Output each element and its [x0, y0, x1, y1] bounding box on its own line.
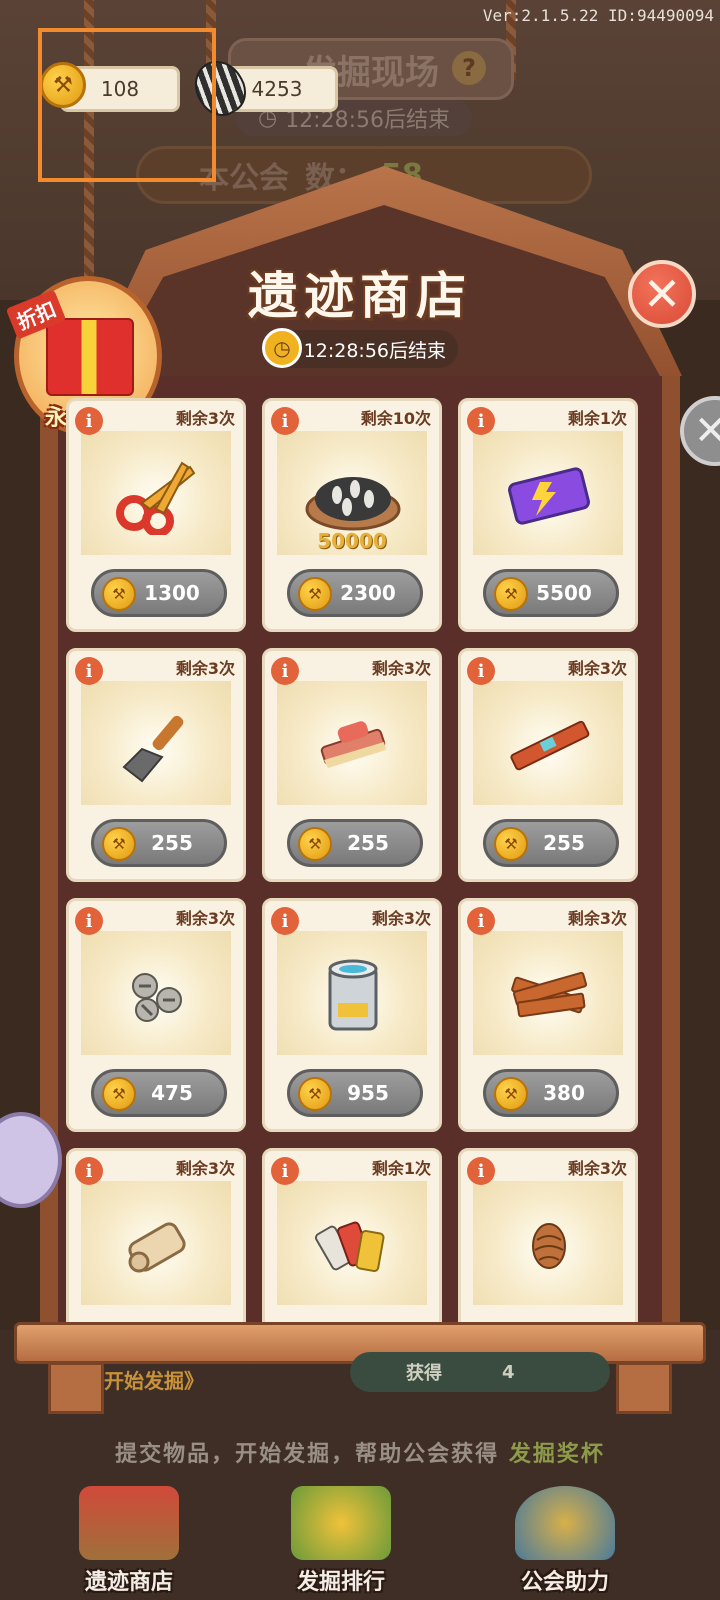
- shop-item-card[interactable]: i 剩余10次 50000 ⚒ 2300: [262, 398, 442, 632]
- hammer-coin-icon: ⚒: [102, 1077, 136, 1111]
- scroll-icon: [105, 1195, 209, 1295]
- buy-button[interactable]: ⚒ 255: [91, 819, 227, 867]
- side-close-button[interactable]: ✕: [680, 396, 720, 466]
- help-icon[interactable]: ?: [452, 51, 486, 85]
- remaining-count: 剩余3次: [175, 1159, 235, 1178]
- tab-relic-shop[interactable]: 遗迹商店: [54, 1486, 204, 1596]
- trophy-icon: [291, 1486, 391, 1560]
- tab-dig-ranking[interactable]: 发掘排行: [266, 1486, 416, 1596]
- version-label: Ver:2.1.5.22 ID:94490094: [482, 6, 714, 25]
- hammer-coin-icon: ⚒: [102, 827, 136, 861]
- wood-planks-icon: [497, 945, 601, 1045]
- spirit-level-icon: [497, 695, 601, 795]
- shop-stall-icon: [79, 1486, 179, 1560]
- footer-hint: 提交物品，开始发掘，帮助公会获得 发掘奖杯: [115, 1442, 605, 1467]
- close-button[interactable]: ✕: [628, 260, 696, 328]
- gift-box-icon: [46, 318, 134, 396]
- shop-item-card[interactable]: i 剩余3次 ⚒ 1300: [66, 398, 246, 632]
- remaining-count: 剩余1次: [567, 409, 627, 428]
- remaining-count: 剩余3次: [175, 909, 235, 928]
- hammer-coin-icon: ⚒: [102, 577, 136, 611]
- hammer-coin-icon: ⚒: [494, 577, 528, 611]
- info-icon[interactable]: i: [75, 907, 103, 935]
- paint-tubes-icon: [301, 1195, 405, 1295]
- info-icon[interactable]: i: [271, 657, 299, 685]
- info-icon[interactable]: i: [75, 657, 103, 685]
- shop-item-grid: i 剩余3次 ⚒ 1300 i 剩余10次 50000 ⚒ 2300 i 剩余1…: [66, 398, 656, 1322]
- buy-button[interactable]: ⚒ 255: [483, 819, 619, 867]
- shop-item-card[interactable]: i 剩余3次: [458, 1148, 638, 1322]
- info-icon[interactable]: i: [271, 407, 299, 435]
- hammer-coin-icon: ⚒: [298, 577, 332, 611]
- trowel-icon: [105, 695, 209, 795]
- shop-item-card[interactable]: i 剩余3次 ⚒ 255: [66, 648, 246, 882]
- shop-item-card[interactable]: i 剩余3次 ⚒ 380: [458, 898, 638, 1132]
- remaining-count: 剩余3次: [175, 659, 235, 678]
- bonus-amount: 50000: [317, 529, 387, 553]
- hammer-coin-icon: ⚒: [494, 1077, 528, 1111]
- info-icon[interactable]: i: [467, 907, 495, 935]
- shop-item-card[interactable]: i 剩余1次: [262, 1148, 442, 1322]
- tab-guild-support[interactable]: 公会助力: [490, 1486, 640, 1596]
- buy-button[interactable]: ⚒ 5500: [483, 569, 619, 617]
- highlight-box: [38, 28, 216, 182]
- scissors-icon: [105, 445, 209, 545]
- screws-icon: [105, 945, 209, 1045]
- shop-item-card[interactable]: i 剩余3次 ⚒ 255: [458, 648, 638, 882]
- shop-item-card[interactable]: i 剩余3次 ⚒ 955: [262, 898, 442, 1132]
- info-icon[interactable]: i: [271, 1157, 299, 1185]
- buy-button[interactable]: ⚒ 475: [91, 1069, 227, 1117]
- remaining-count: 剩余3次: [371, 909, 431, 928]
- guild-shrine-icon: [515, 1486, 615, 1560]
- start-dig-label[interactable]: 开始发掘》: [104, 1365, 204, 1394]
- shop-item-card[interactable]: i 剩余3次 ⚒ 475: [66, 898, 246, 1132]
- energy-ticket-icon: [497, 445, 601, 545]
- buy-button[interactable]: ⚒ 2300: [287, 569, 423, 617]
- buy-button[interactable]: ⚒ 255: [287, 819, 423, 867]
- pinecone-icon: [497, 1195, 601, 1295]
- buy-button[interactable]: ⚒ 1300: [91, 569, 227, 617]
- shop-item-card[interactable]: i 剩余1次 ⚒ 5500: [458, 398, 638, 632]
- shelf-leg: [616, 1362, 672, 1414]
- shop-item-card[interactable]: i 剩余3次: [66, 1148, 246, 1322]
- info-icon[interactable]: i: [467, 407, 495, 435]
- shop-item-card[interactable]: i 剩余3次 ⚒ 255: [262, 648, 442, 882]
- remaining-count: 剩余3次: [567, 909, 627, 928]
- hammer-coin-icon: ⚒: [298, 827, 332, 861]
- remaining-count: 剩余3次: [567, 1159, 627, 1178]
- info-icon[interactable]: i: [75, 407, 103, 435]
- hammer-coin-icon: ⚒: [494, 827, 528, 861]
- brush-icon: [301, 695, 405, 795]
- info-icon[interactable]: i: [75, 1157, 103, 1185]
- remaining-count: 剩余10次: [360, 409, 431, 428]
- paint-can-icon: [301, 945, 405, 1045]
- info-icon[interactable]: i: [467, 1157, 495, 1185]
- remaining-count: 剩余3次: [371, 659, 431, 678]
- dig-reward-bar: 获得 4: [350, 1352, 610, 1392]
- remaining-count: 剩余3次: [175, 409, 235, 428]
- buy-button[interactable]: ⚒ 955: [287, 1069, 423, 1117]
- buy-button[interactable]: ⚒ 380: [483, 1069, 619, 1117]
- remaining-count: 剩余1次: [371, 1159, 431, 1178]
- clock-icon: ◷: [262, 328, 302, 368]
- info-icon[interactable]: i: [467, 657, 495, 685]
- hammer-coin-icon: ⚒: [298, 1077, 332, 1111]
- info-icon[interactable]: i: [271, 907, 299, 935]
- shelf-leg: [48, 1362, 104, 1414]
- remaining-count: 剩余3次: [567, 659, 627, 678]
